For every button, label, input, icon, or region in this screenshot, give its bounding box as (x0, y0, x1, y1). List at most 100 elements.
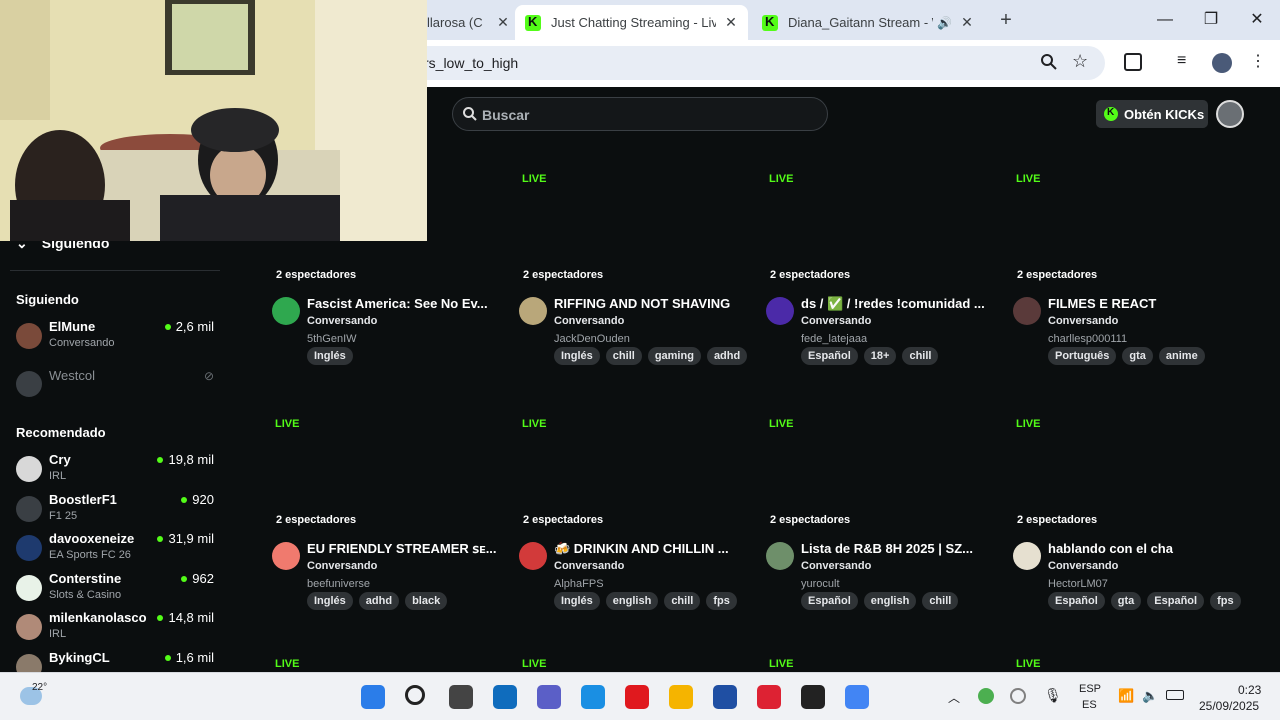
sidebar-item-milenkanolasco[interactable]: milenkanolasco IRL 14,8 mil (16, 610, 216, 646)
teams-icon[interactable] (537, 685, 561, 709)
stream-tag[interactable]: Español (801, 347, 858, 365)
streamer-name[interactable]: charllesp000111 (1048, 333, 1127, 345)
language-top[interactable]: ESP (1079, 683, 1101, 695)
profile-avatar[interactable] (1212, 53, 1232, 73)
battery-icon[interactable] (1166, 690, 1184, 700)
bookmark-star-icon[interactable]: ☆ (1072, 51, 1088, 72)
streamer-name[interactable]: JackDenOuden (554, 333, 630, 345)
chrome-icon[interactable] (845, 685, 869, 709)
l-app-icon[interactable] (713, 685, 737, 709)
chevron-up-icon[interactable]: ︿ (948, 689, 960, 706)
close-icon[interactable]: ✕ (722, 14, 740, 31)
stream-title[interactable]: RIFFING AND NOT SHAVING (554, 296, 744, 311)
stream-tag[interactable]: gta (1122, 347, 1153, 365)
stream-card[interactable]: LIVE 2 espectadores ds / ✅ / !redes !com… (766, 165, 994, 395)
stream-tag[interactable]: black (405, 592, 448, 610)
stream-title[interactable]: Lista de R&B 8H 2025 | SZ... (801, 541, 991, 556)
sidebar-item-davooxeneize[interactable]: davooxeneize EA Sports FC 26 31,9 mil (16, 531, 216, 567)
outlook-icon[interactable] (493, 685, 517, 709)
streamer-name[interactable]: yurocult (801, 578, 840, 590)
stream-category[interactable]: Conversando (554, 315, 624, 327)
file-explorer-icon[interactable] (669, 685, 693, 709)
streamer-name[interactable]: AlphaFPS (554, 578, 604, 590)
sidebar-item-elmune[interactable]: ElMune Conversando 2,6 mil (16, 319, 216, 355)
streamer-avatar[interactable] (519, 542, 547, 570)
stream-tag[interactable]: anime (1158, 347, 1205, 365)
zoom-icon[interactable] (1040, 53, 1058, 76)
stream-tag[interactable]: Inglés (307, 592, 353, 610)
sidebar-item-boostlerf1[interactable]: BoostlerF1 F1 25 920 (16, 492, 216, 528)
clock-time[interactable]: 0:23 (1238, 683, 1261, 697)
tray-status-icon[interactable] (1010, 688, 1026, 704)
stream-category[interactable]: Conversando (801, 560, 871, 572)
tab-diana-gaitann[interactable]: Diana_Gaitann Stream - Wa 🔊 ✕ (752, 5, 984, 40)
stream-card[interactable]: LIVE 2 espectadores EU FRIENDLY STREAMER… (272, 410, 500, 640)
close-icon[interactable]: ✕ (494, 14, 512, 31)
microphone-icon[interactable]: 🎙 (1044, 687, 1062, 704)
stream-tag[interactable]: chill (664, 592, 701, 610)
streamer-avatar[interactable] (1013, 542, 1041, 570)
stream-tag[interactable]: fps (1210, 592, 1241, 610)
window-close-button[interactable]: ✕ (1234, 0, 1280, 40)
wps-icon[interactable] (757, 685, 781, 709)
stream-tag[interactable]: Español (801, 592, 858, 610)
tab-just-chatting[interactable]: Just Chatting Streaming - Live S ✕ (515, 5, 748, 40)
streamer-avatar[interactable] (766, 297, 794, 325)
stream-tag[interactable]: english (605, 592, 659, 610)
language-bottom[interactable]: ES (1082, 699, 1097, 711)
media-control-icon[interactable]: ≡ (1177, 52, 1186, 70)
stream-category[interactable]: Conversando (554, 560, 624, 572)
opera-icon[interactable] (625, 685, 649, 709)
stream-tag[interactable]: 18+ (863, 347, 897, 365)
address-text[interactable]: rs_low_to_high (424, 55, 518, 71)
stream-tag[interactable]: Español (1048, 592, 1105, 610)
stream-tag[interactable]: Português (1048, 347, 1117, 365)
stream-category[interactable]: Conversando (1048, 560, 1118, 572)
speaker-icon[interactable]: 🔊 (937, 16, 952, 30)
stream-category[interactable]: Conversando (307, 315, 377, 327)
wifi-icon[interactable]: 📶 (1118, 688, 1134, 704)
task-view-icon[interactable] (449, 685, 473, 709)
stream-title[interactable]: hablando con el cha (1048, 541, 1238, 556)
sidebar-item-bykingcl[interactable]: BykingCL 1,6 mil (16, 650, 216, 672)
streamer-name[interactable]: 5thGenIW (307, 333, 357, 345)
stream-tag[interactable]: chill (922, 592, 959, 610)
volume-icon[interactable]: 🔈 (1142, 688, 1158, 704)
stream-tag[interactable]: adhd (706, 347, 748, 365)
sidebar-item-westcol[interactable]: Westcol ⊘ (16, 367, 216, 403)
stream-tag[interactable]: fps (706, 592, 737, 610)
sidebar-item-conterstine[interactable]: Conterstine Slots & Casino 962 (16, 571, 216, 607)
stream-card[interactable]: LIVE 2 espectadores 🍻 DRINKIN AND CHILLI… (519, 410, 747, 640)
stream-category[interactable]: Conversando (801, 315, 871, 327)
stream-card[interactable]: LIVE 2 espectadores FILMES E REACT Conve… (1013, 165, 1241, 395)
stream-card[interactable]: LIVE 2 espectadores Lista de R&B 8H 2025… (766, 410, 994, 640)
stream-card[interactable]: LIVE 2 espectadores hablando con el cha … (1013, 410, 1241, 640)
stream-title[interactable]: ds / ✅ / !redes !comunidad ... (801, 296, 991, 312)
new-tab-button[interactable]: + (994, 8, 1018, 32)
get-kicks-button[interactable]: Obtén KICKs (1096, 100, 1208, 128)
edge-icon[interactable] (581, 685, 605, 709)
stream-tag[interactable]: chill (902, 347, 939, 365)
streamer-name[interactable]: HectorLM07 (1048, 578, 1108, 590)
stream-title[interactable]: FILMES E REACT (1048, 296, 1238, 311)
stream-tag[interactable]: adhd (358, 592, 400, 610)
streamer-avatar[interactable] (272, 542, 300, 570)
stream-tag[interactable]: gta (1110, 592, 1142, 610)
streamer-avatar[interactable] (519, 297, 547, 325)
stream-tag[interactable]: Inglés (554, 592, 600, 610)
obs-icon[interactable] (801, 685, 825, 709)
search-input[interactable]: Buscar (452, 97, 828, 131)
clock-date[interactable]: 25/09/2025 (1199, 699, 1259, 713)
stream-category[interactable]: Conversando (1048, 315, 1118, 327)
stream-category[interactable]: Conversando (307, 560, 377, 572)
stream-title[interactable]: EU FRIENDLY STREAMER ꜱᴇ... (307, 541, 497, 557)
search-icon[interactable] (405, 685, 425, 705)
stream-card[interactable]: LIVE 2 espectadores RIFFING AND NOT SHAV… (519, 165, 748, 395)
more-menu-icon[interactable]: ⋮ (1250, 51, 1266, 71)
tray-app-icon[interactable] (978, 688, 994, 704)
start-icon[interactable] (361, 685, 385, 709)
streamer-name[interactable]: fede_latejaaa (801, 333, 867, 345)
streamer-avatar[interactable] (272, 297, 300, 325)
stream-tag[interactable]: Inglés (554, 347, 600, 365)
close-icon[interactable]: ✕ (958, 14, 976, 31)
